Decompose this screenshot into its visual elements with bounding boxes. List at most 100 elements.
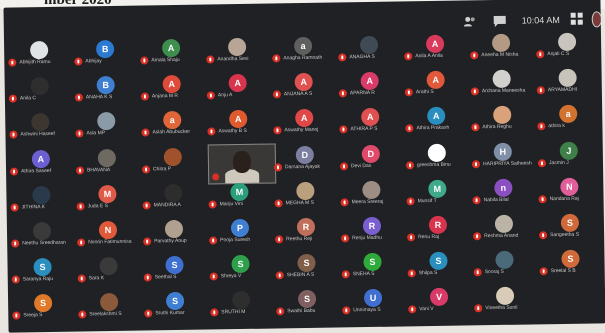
participant-tile[interactable]: S Shreya V	[209, 255, 275, 288]
participant-tile[interactable]: S Saranya Raju	[11, 258, 77, 291]
participant-tile[interactable]: Anjali C S	[536, 32, 602, 65]
participant-tile[interactable]: M Munsif T	[406, 179, 472, 212]
participant-tile[interactable]: Neethu Sreedharan	[11, 221, 77, 255]
participant-tile[interactable]: R Renu Raj	[407, 215, 473, 248]
chat-icon[interactable]	[492, 13, 508, 29]
participant-tile[interactable]: Meera Sreeraj	[340, 180, 406, 213]
participant-name: ANAGHA S	[349, 53, 375, 61]
participant-avatar	[99, 257, 118, 276]
participant-avatar: a	[293, 36, 313, 56]
participant-tile[interactable]: J Jasmin J	[537, 141, 604, 174]
participant-tile[interactable]: S Seethal S	[143, 256, 209, 289]
participant-name: Anandha Sesi	[217, 55, 249, 63]
participant-name: Munsif T	[417, 197, 437, 205]
participant-tile[interactable]: A ATHIRA P S	[339, 108, 405, 141]
participant-tile[interactable]: Vineetha Sunil	[474, 287, 540, 320]
participant-name: Manju Vini	[219, 200, 243, 208]
participant-tile[interactable]: S Sreelal S B	[539, 249, 605, 282]
participant-tile[interactable]: A Anjana M R	[140, 75, 207, 108]
participant-tile[interactable]: S SHEBIN A S	[275, 254, 341, 287]
participant-tile[interactable]: A Amala Shaju	[140, 38, 206, 72]
participant-tile[interactable]: U Unnimaya S	[342, 289, 408, 322]
participant-tile[interactable]: Reshma Anand	[473, 214, 539, 247]
participant-tile[interactable]: A Arathi S	[404, 70, 471, 104]
participant-tile[interactable]: R Reethu Reji	[275, 217, 341, 250]
participant-tile[interactable]: M Manju Vini	[208, 182, 274, 215]
people-icon[interactable]	[462, 13, 478, 29]
participant-tile[interactable]: Asla MP	[75, 112, 141, 145]
participant-tile[interactable]: N Nandana Raj	[538, 177, 604, 210]
participant-tile[interactable]: A ANJANA A S	[272, 73, 339, 106]
mic-muted-icon	[77, 274, 86, 283]
participant-tile[interactable]: a Aslah Abubucker	[141, 111, 207, 144]
top-bar: 10:04 AM	[462, 6, 602, 34]
participant-tile[interactable]: greeshma Binu	[405, 143, 472, 176]
participant-tile[interactable]: N Noorin Fatimunnisa	[77, 220, 143, 254]
participant-tile[interactable]: a Anagha Ramnath	[272, 36, 338, 69]
participant-tile[interactable]: Chitra P	[141, 147, 208, 180]
participant-tile[interactable]: S Shilpa S	[407, 251, 473, 285]
participant-tile[interactable]: S Sreeja S	[12, 294, 78, 327]
participant-tile[interactable]: H HARIPRIYA Satheesh	[471, 142, 538, 175]
participant-name: Parvathy Anup	[154, 237, 187, 245]
participant-tile[interactable]: B ANAHA K S	[74, 76, 141, 109]
participant-name: Anila A Anila	[415, 52, 443, 60]
participant-tile[interactable]: Anila C	[8, 77, 75, 110]
participant-tile[interactable]: Ashwini Haseef	[9, 113, 75, 146]
participant-tile[interactable]: MEGHA M S	[274, 181, 340, 214]
participant-tile[interactable]: A APARNA R	[338, 72, 405, 105]
participant-avatar: A	[427, 107, 446, 126]
participant-tile[interactable]: B Abhijay	[74, 39, 140, 73]
participant-tile[interactable]: A Anila A Anila	[404, 34, 470, 67]
participant-tile[interactable]: Abhijith Ramu	[8, 41, 74, 74]
participant-avatar	[492, 69, 511, 89]
participant-tile[interactable]: Athira Reghu	[471, 106, 537, 139]
participant-tile[interactable]: D Darsana Ajayak	[273, 145, 340, 178]
participant-tile[interactable]: Anandha Sesi	[206, 37, 272, 70]
participant-avatar: N	[98, 220, 118, 240]
participant-tile[interactable]: S Swathi Babu	[276, 290, 342, 323]
participant-tile[interactable]: P Pooja Suresh	[209, 218, 275, 251]
participant-tile[interactable]: Sara K	[77, 257, 143, 290]
participant-avatar: S	[231, 255, 250, 274]
participant-tile[interactable]: S SNEHA S	[341, 252, 407, 286]
participant-tile[interactable]: a athira k	[537, 105, 603, 138]
participant-tile[interactable]: S Sangeetha S	[539, 213, 605, 246]
participant-video-tile[interactable]	[207, 143, 277, 185]
participant-tile[interactable]: JITHINA K	[10, 185, 76, 218]
participant-avatar	[495, 287, 515, 306]
participant-tile[interactable]: Archana Maneesha	[470, 69, 537, 103]
participant-avatar: a	[163, 111, 182, 130]
mic-muted-icon	[11, 275, 20, 284]
participant-tile[interactable]: BHAVANA	[75, 148, 142, 181]
participant-tile[interactable]: ANAGHA S	[338, 35, 404, 68]
mic-muted-icon	[209, 272, 218, 281]
participant-avatar: B	[96, 39, 115, 59]
video-face	[232, 150, 252, 173]
participant-tile[interactable]: A Athira Prakash	[405, 107, 471, 140]
grid-icon[interactable]	[570, 12, 584, 28]
participant-tile[interactable]: SRUTHI M	[210, 291, 276, 324]
participant-tile[interactable]: A Aswathy Manoj	[273, 109, 339, 142]
participant-tile[interactable]: R Renju Madhu	[341, 216, 407, 249]
participant-tile[interactable]: n Nabila Bilal	[472, 178, 538, 211]
participant-tile[interactable]: ARYAMADHI	[536, 68, 603, 101]
participant-tile[interactable]: D Devi Das	[339, 144, 406, 177]
participant-tile[interactable]: A Aswathy B S	[207, 110, 273, 143]
participant-tile[interactable]: V Vani V	[408, 288, 474, 321]
participant-name: Meera Sreeraj	[351, 198, 384, 206]
participant-tile[interactable]: Parvathy Anup	[143, 219, 209, 253]
user-avatar[interactable]	[591, 11, 602, 28]
participant-tile[interactable]: MANDIRA A	[142, 183, 208, 216]
participant-tile[interactable]: Sreelakshmi S	[78, 293, 144, 326]
participant-tile[interactable]: Sooraj S	[473, 250, 539, 284]
participant-tile[interactable]: A Anju A	[206, 74, 273, 107]
participant-tile[interactable]: M Juda E S	[76, 184, 142, 217]
participant-avatar: A	[229, 110, 248, 129]
participant-avatar: S	[297, 290, 317, 309]
mic-muted-icon	[274, 199, 283, 208]
participant-avatar	[30, 41, 49, 60]
participant-tile[interactable]: Aneeha M Nisha	[470, 33, 536, 66]
participant-tile[interactable]: A Athira Saseef	[9, 149, 76, 182]
participant-tile[interactable]: S Sruthi Kumar	[144, 292, 210, 325]
